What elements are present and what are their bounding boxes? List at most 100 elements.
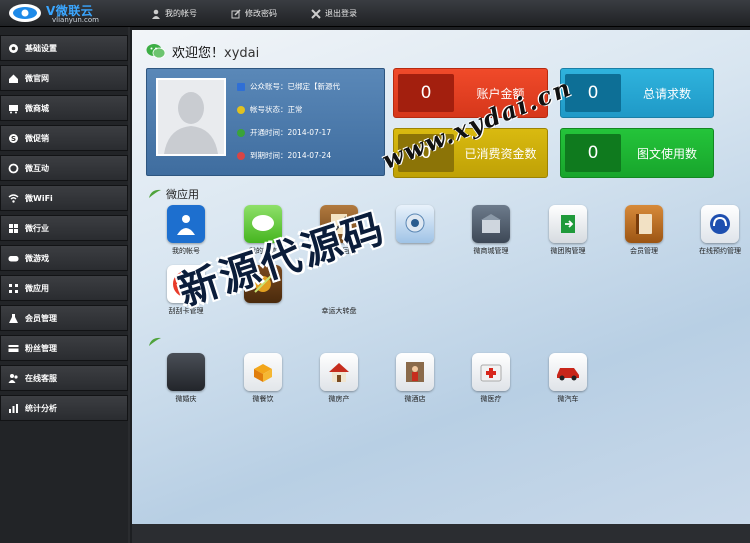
welcome-text: 欢迎您！xydai — [172, 42, 259, 61]
check-icon — [237, 128, 245, 137]
section-apps-header: 微应用 — [148, 186, 199, 202]
app-hotel[interactable]: 微酒店 — [382, 353, 448, 413]
stat-label: 图文使用数 — [636, 146, 697, 161]
user-icon — [152, 9, 160, 19]
app-webcam[interactable] — [382, 205, 448, 265]
status-bulb-icon — [237, 105, 245, 114]
sidebar-item-label: 会员管理 — [25, 313, 57, 323]
profile-row-text: 到期时间：2014-07-24 — [250, 151, 332, 160]
sidebar-item-members[interactable]: 会员管理 — [0, 305, 128, 331]
sidebar-item-label: 微行业 — [25, 223, 49, 233]
people-icon — [8, 373, 19, 384]
sidebar-item-apps[interactable]: 微应用 — [0, 275, 128, 301]
sidebar-item-label: 微应用 — [25, 283, 49, 293]
sidebar-item-label: 粉丝管理 — [25, 343, 57, 353]
sidebar-item-label: 基础设置 — [25, 43, 57, 53]
section-title: 微应用 — [166, 188, 199, 201]
profile-panel: 公众账号：已绑定【新源代 帐号状态：正常 开通时间：2014-07-17 到期时… — [146, 68, 385, 176]
app-name: 微汽车 — [557, 395, 579, 403]
wechat-icon — [146, 44, 166, 59]
logo[interactable]: V微联云 vlianyun.com — [6, 1, 124, 26]
profile-row-text: 开通时间：2014-07-17 — [250, 128, 332, 137]
section-industry-header — [148, 334, 162, 350]
app-name: 微酒店 — [404, 395, 426, 403]
app-real-estate[interactable]: 微房产 — [306, 353, 372, 413]
headset-icon — [701, 205, 739, 243]
exit-door-icon — [549, 205, 587, 243]
refresh-icon — [8, 163, 19, 174]
app-member-management[interactable]: 会员管理 — [611, 205, 677, 265]
grid-icon — [8, 223, 19, 234]
sidebar-item-label: 在线客服 — [25, 373, 57, 383]
sidebar-item-label: 微促销 — [25, 133, 49, 143]
bottom-bar — [132, 524, 750, 543]
welcome-greeting: 欢迎您！ — [172, 45, 225, 61]
cloud-logo-icon — [9, 4, 41, 22]
profile-row-text: 帐号状态：正常 — [250, 105, 303, 114]
house-icon — [320, 353, 358, 391]
sidebar-item-promotion[interactable]: S 微促销 — [0, 125, 128, 151]
address-book-icon — [625, 205, 663, 243]
top-bar: V微联云 vlianyun.com 我的帐号 修改密码 退出登录 — [0, 0, 750, 27]
dark-tile-icon — [167, 353, 205, 391]
sidebar-item-label: 微互动 — [25, 163, 49, 173]
sidebar-item-statistics[interactable]: 统计分析 — [0, 395, 128, 421]
sidebar-item-label: 微官网 — [25, 73, 49, 83]
profile-row-status: 帐号状态：正常 — [237, 98, 382, 121]
profile-info: 公众账号：已绑定【新源代 帐号状态：正常 开通时间：2014-07-17 到期时… — [237, 75, 382, 167]
leaf-icon — [149, 337, 161, 346]
gamepad-icon — [8, 253, 19, 264]
profile-row-text: 公众账号：已绑定【新源代 — [250, 82, 340, 91]
wifi-icon — [8, 193, 19, 204]
edit-icon — [231, 8, 241, 18]
app-name: 微餐饮 — [252, 395, 274, 403]
top-nav: 我的帐号 修改密码 退出登录 — [143, 0, 383, 27]
nav-label: 退出登录 — [325, 9, 357, 18]
sidebar-item-label: 统计分析 — [25, 403, 57, 413]
app-name: 微团购管理 — [550, 247, 586, 255]
logo-domain: vlianyun.com — [52, 16, 99, 24]
sidebar-item-fans[interactable]: 粉丝管理 — [0, 335, 128, 361]
app-wedding[interactable]: 微婚庆 — [153, 353, 219, 413]
app-mall-management[interactable]: 微商城管理 — [458, 205, 524, 265]
app-medical[interactable]: 微医疗 — [458, 353, 524, 413]
sidebar-item-games[interactable]: 微游戏 — [0, 245, 128, 271]
app-name: 微商城管理 — [473, 247, 509, 255]
app-online-booking-management[interactable]: 在线预约管理 — [687, 205, 750, 265]
clock-icon — [237, 151, 245, 160]
stat-label: 总请求数 — [642, 86, 691, 101]
avatar-placeholder-icon — [158, 80, 224, 154]
stat-article-usage[interactable]: 0 图文使用数 — [560, 128, 714, 178]
shop-icon — [472, 205, 510, 243]
sidebar-item-customer-service[interactable]: 在线客服 — [0, 365, 128, 391]
account-bound-icon — [237, 82, 245, 91]
sidebar-item-mall[interactable]: 微商城 — [0, 95, 128, 121]
cart-icon — [8, 103, 19, 114]
stat-value: 0 — [398, 74, 454, 112]
sidebar-item-wifi[interactable]: 微WiFi — [0, 185, 128, 211]
nav-label: 我的帐号 — [165, 9, 197, 18]
stat-total-requests[interactable]: 0 总请求数 — [560, 68, 714, 118]
app-group-buy-management[interactable]: 微团购管理 — [535, 205, 601, 265]
app-name: 微婚庆 — [175, 395, 197, 403]
profile-row-open-date: 开通时间：2014-07-17 — [237, 121, 382, 144]
webcam-icon — [396, 205, 434, 243]
nav-logout[interactable]: 退出登录 — [303, 0, 365, 27]
sidebar-item-industry[interactable]: 微行业 — [0, 215, 128, 241]
app-name: 在线预约管理 — [699, 247, 741, 255]
sidebar-item-label: 微商城 — [25, 103, 49, 113]
home-icon — [8, 73, 19, 84]
nav-change-password[interactable]: 修改密码 — [223, 0, 285, 27]
close-icon — [311, 8, 321, 19]
flask-icon — [8, 313, 19, 324]
app-auto[interactable]: 微汽车 — [535, 353, 601, 413]
chart-icon — [8, 403, 19, 414]
sidebar: 基础设置 微官网 微商城 S 微促销 微互动 微WiFi 微行业 微游戏 微应用… — [0, 27, 130, 543]
app-name: 微医疗 — [480, 395, 502, 403]
app-catering[interactable]: 微餐饮 — [230, 353, 296, 413]
sidebar-item-interaction[interactable]: 微互动 — [0, 155, 128, 181]
sidebar-item-website[interactable]: 微官网 — [0, 65, 128, 91]
sidebar-item-basic-settings[interactable]: 基础设置 — [0, 35, 128, 61]
car-icon — [549, 353, 587, 391]
nav-my-account[interactable]: 我的帐号 — [143, 0, 205, 27]
